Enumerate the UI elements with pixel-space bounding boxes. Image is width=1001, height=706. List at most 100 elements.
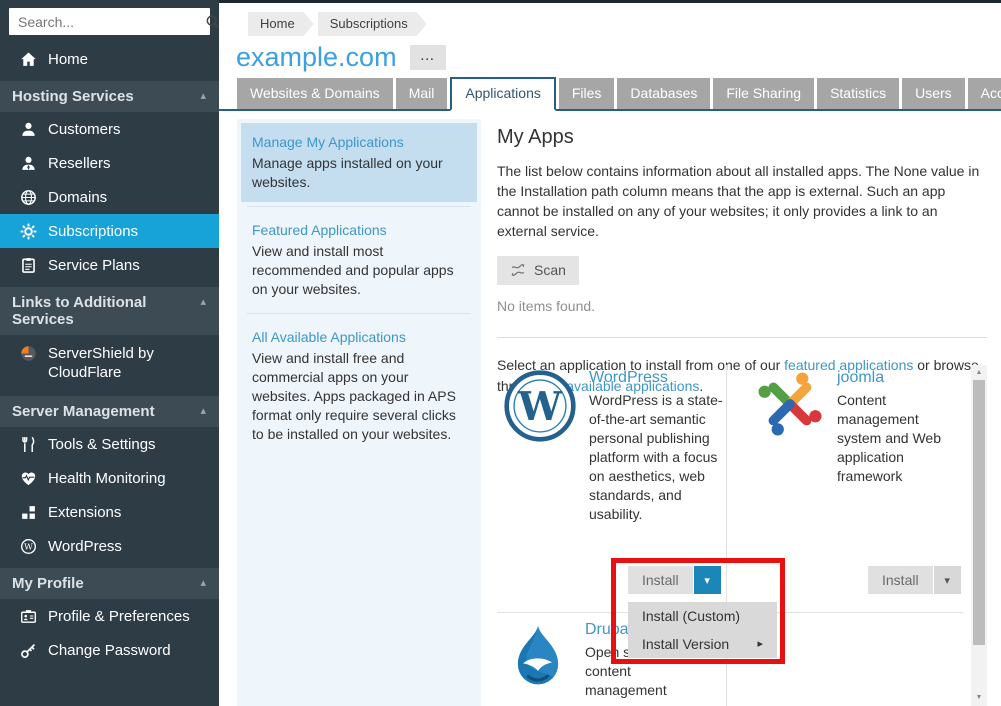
- app-card-wordpress: W WordPress WordPress is a state-of-the-…: [503, 369, 729, 524]
- sidebar-item-label: Extensions: [48, 504, 121, 521]
- breadcrumb: Home Subscriptions: [248, 12, 1001, 36]
- nav-item-title[interactable]: All Available Applications: [252, 328, 466, 347]
- app-description: Content management system and Web applic…: [837, 391, 957, 486]
- key-icon: [20, 642, 37, 659]
- wordpress-icon: W: [20, 538, 37, 555]
- section-title: Hosting Services: [12, 88, 134, 105]
- menu-item-install-version[interactable]: Install Version ▸: [628, 630, 777, 658]
- section-title: My Profile: [12, 575, 84, 592]
- sidebar-item-profile-preferences[interactable]: Profile & Preferences: [0, 599, 219, 633]
- sidebar-item-health-monitoring[interactable]: Health Monitoring: [0, 461, 219, 495]
- wordpress-title-link[interactable]: WordPress: [589, 369, 668, 387]
- tab-file-sharing[interactable]: File Sharing: [713, 78, 814, 109]
- divider: [497, 337, 987, 338]
- nav-all-available-applications[interactable]: All Available Applications View and inst…: [241, 318, 477, 454]
- main-panel: My Apps The list below contains informat…: [497, 119, 987, 706]
- sidebar-item-subscriptions[interactable]: Subscriptions: [0, 214, 219, 248]
- plesk-page: Home Hosting Services ▴ Customers Resell…: [0, 0, 1001, 706]
- caret-down-icon: ▾: [944, 574, 950, 587]
- sidebar-item-wordpress[interactable]: W WordPress: [0, 529, 219, 563]
- tab-databases[interactable]: Databases: [617, 78, 710, 109]
- sidebar-section-server-management[interactable]: Server Management ▴: [0, 396, 219, 427]
- section-title: Server Management: [12, 403, 155, 420]
- wordpress-logo: W: [503, 369, 577, 443]
- drupal-title-link[interactable]: Drupal: [585, 621, 632, 639]
- collapse-icon: ▴: [200, 404, 206, 417]
- app-info: WordPress WordPress is a state-of-the-ar…: [589, 369, 729, 524]
- tab-bar: Websites & Domains Mail Applications Fil…: [219, 77, 1001, 111]
- joomla-install-dropdown-toggle[interactable]: ▾: [934, 566, 961, 594]
- sidebar-item-label: Subscriptions: [48, 223, 138, 240]
- menu-item-label: Install (Custom): [642, 607, 740, 625]
- body-row: Manage My Applications Manage apps insta…: [219, 111, 1001, 706]
- sidebar-item-resellers[interactable]: Resellers: [0, 146, 219, 180]
- sidebar-item-home[interactable]: Home: [0, 42, 219, 76]
- tab-applications[interactable]: Applications: [450, 77, 556, 111]
- wordpress-install-dropdown-toggle[interactable]: ▾: [694, 566, 721, 594]
- title-row: example.com …: [236, 40, 1001, 74]
- sidebar-section-my-profile[interactable]: My Profile ▴: [0, 568, 219, 599]
- search-input[interactable]: [9, 14, 205, 30]
- content-area: Home Subscriptions example.com … Website…: [219, 0, 1001, 706]
- tab-users[interactable]: Users: [902, 78, 965, 109]
- sidebar-item-customers[interactable]: Customers: [0, 112, 219, 146]
- sidebar-item-label: ServerShield by CloudFlare: [48, 344, 198, 382]
- scrollbar-down-arrow[interactable]: ▼: [971, 694, 987, 701]
- reseller-icon: [20, 155, 37, 172]
- tab-files[interactable]: Files: [559, 78, 615, 109]
- sidebar-item-label: Customers: [48, 121, 121, 138]
- breadcrumb-subscriptions[interactable]: Subscriptions: [318, 12, 427, 36]
- joomla-title-link[interactable]: joomla: [837, 369, 884, 387]
- tab-mail[interactable]: Mail: [396, 78, 448, 109]
- person-icon: [20, 121, 37, 138]
- page-title[interactable]: example.com: [236, 42, 397, 73]
- tab-websites-domains[interactable]: Websites & Domains: [237, 78, 393, 109]
- nav-item-title[interactable]: Manage My Applications: [252, 133, 466, 152]
- nav-item-title[interactable]: Featured Applications: [252, 221, 466, 240]
- scrollbar-thumb[interactable]: [973, 380, 985, 645]
- nav-featured-applications[interactable]: Featured Applications View and install m…: [241, 211, 477, 309]
- sidebar-item-service-plans[interactable]: Service Plans: [0, 248, 219, 282]
- sidebar-section-additional-services[interactable]: Links to Additional Services ▴: [0, 287, 219, 335]
- sidebar-item-servershield[interactable]: ServerShield by CloudFlare: [0, 335, 219, 391]
- nav-item-desc: View and install most recommended and po…: [252, 243, 454, 297]
- tab-statistics[interactable]: Statistics: [817, 78, 899, 109]
- scan-icon: [510, 263, 526, 277]
- sidebar-section-hosting-services[interactable]: Hosting Services ▴: [0, 81, 219, 112]
- sidebar-item-extensions[interactable]: Extensions: [0, 495, 219, 529]
- sidebar-item-label: WordPress: [48, 538, 122, 555]
- top-border: [219, 0, 1001, 3]
- collapse-icon: ▴: [200, 576, 206, 589]
- nav-manage-my-applications[interactable]: Manage My Applications Manage apps insta…: [241, 123, 477, 202]
- breadcrumb-home[interactable]: Home: [248, 12, 314, 36]
- app-card-joomla: joomla Content management system and Web…: [755, 369, 957, 486]
- sidebar-item-label: Service Plans: [48, 257, 140, 274]
- caret-down-icon: ▾: [704, 574, 710, 587]
- globe-icon: [20, 189, 37, 206]
- menu-item-install-custom[interactable]: Install (Custom): [628, 602, 777, 630]
- sidebar-item-domains[interactable]: Domains: [0, 180, 219, 214]
- wordpress-install-button[interactable]: Install: [628, 566, 693, 594]
- scrollbar-up-arrow[interactable]: ▲: [971, 369, 987, 376]
- app-info: joomla Content management system and Web…: [837, 369, 957, 486]
- id-badge-icon: [20, 608, 37, 625]
- sidebar-item-label: Home: [48, 51, 88, 68]
- scan-button-label: Scan: [534, 262, 566, 278]
- utensils-icon: [20, 436, 37, 453]
- sidebar-item-change-password[interactable]: Change Password: [0, 633, 219, 667]
- collapse-icon: ▴: [200, 89, 206, 102]
- install-dropdown-menu: Install (Custom) Install Version ▸: [628, 602, 777, 658]
- joomla-logo: [755, 369, 825, 439]
- scan-button[interactable]: Scan: [497, 256, 579, 285]
- app-catalog-grid: W WordPress WordPress is a state-of-the-…: [497, 363, 987, 706]
- more-actions-button[interactable]: …: [410, 45, 446, 70]
- gear-icon: [20, 223, 37, 240]
- tab-account[interactable]: Account: [968, 78, 1001, 109]
- clipboard-icon: [20, 257, 37, 274]
- search-box: [9, 8, 210, 35]
- joomla-install-controls: Install ▾: [868, 566, 961, 594]
- wordpress-install-controls: Install ▾: [628, 566, 721, 594]
- joomla-install-button[interactable]: Install: [868, 566, 933, 594]
- sidebar-item-tools-settings[interactable]: Tools & Settings: [0, 427, 219, 461]
- sidebar-item-label: Change Password: [48, 642, 171, 659]
